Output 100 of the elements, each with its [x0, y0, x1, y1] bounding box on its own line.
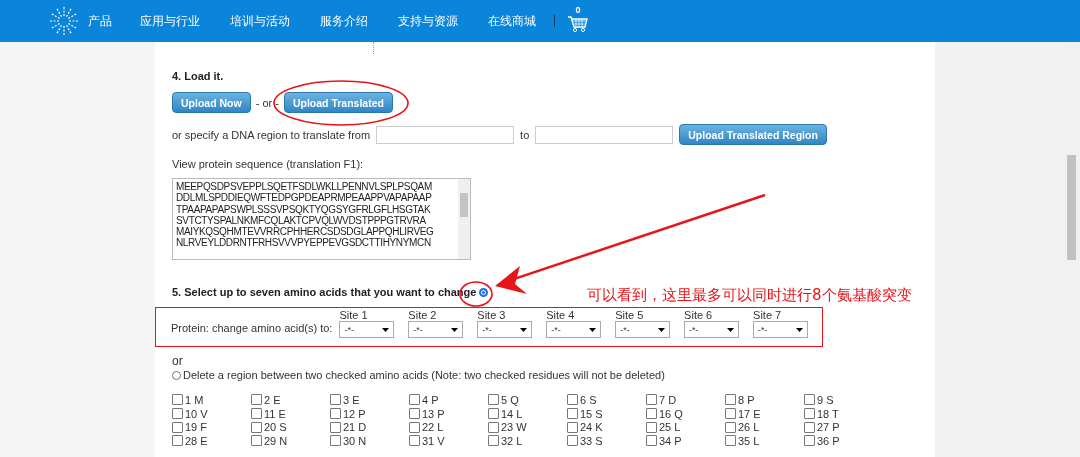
site-label: Site 4 — [546, 309, 576, 321]
residue-checkbox[interactable] — [251, 408, 262, 420]
residue-checkbox[interactable] — [804, 408, 815, 420]
to-field[interactable] — [535, 125, 674, 144]
radio-button[interactable] — [479, 287, 489, 297]
residue-label: 11 E — [264, 407, 286, 420]
residue-checkbox[interactable] — [172, 421, 183, 433]
residue-checkbox[interactable] — [804, 394, 815, 406]
site-label: Site 7 — [753, 309, 783, 321]
protein-change-label: Protein: change amino acid(s) to: — [171, 322, 333, 334]
residue-label: 13 P — [422, 407, 445, 420]
nav-link[interactable]: 产品 — [88, 12, 112, 30]
residue-label: 29 N — [264, 434, 288, 447]
residue-label: 10 V — [185, 407, 208, 420]
sequence-textarea[interactable] — [172, 178, 471, 260]
upload-translated-button[interactable]: Upload Translated — [283, 92, 393, 113]
residue-checkbox[interactable] — [646, 435, 657, 447]
residue-checkbox[interactable] — [488, 394, 499, 406]
residue-checkbox[interactable] — [251, 421, 262, 433]
residue-label: 1 M — [185, 393, 204, 406]
residue-checkbox[interactable] — [488, 421, 499, 433]
residue-label: 9 S — [817, 393, 834, 406]
residue-label: 22 L — [422, 421, 444, 434]
residue-checkbox[interactable] — [251, 435, 262, 447]
site-label: Site 2 — [408, 309, 438, 321]
residue-checkbox[interactable] — [646, 408, 657, 420]
site-dropdown[interactable]: -*- — [546, 321, 602, 338]
nav-link[interactable]: 支持与资源 — [398, 12, 458, 30]
site-label: Site 3 — [477, 309, 507, 321]
residue-checkbox[interactable] — [567, 394, 578, 406]
site-dropdown[interactable]: -*- — [408, 321, 464, 338]
nav-link[interactable]: 服务介绍 — [320, 12, 368, 30]
residue-label: 18 T — [817, 407, 839, 420]
residue-checkbox[interactable] — [725, 435, 736, 447]
residue-checkbox[interactable] — [804, 421, 815, 433]
site-dropdown[interactable]: -*- — [477, 321, 533, 338]
to-label: to — [520, 128, 530, 141]
upload-region-button[interactable]: Upload Translated Region — [679, 124, 827, 145]
residue-checkbox[interactable] — [725, 408, 736, 420]
residue-checkbox[interactable] — [172, 394, 183, 406]
caret-icon — [382, 327, 390, 332]
residue-label: 7 D — [659, 393, 677, 406]
residue-checkbox[interactable] — [330, 394, 341, 406]
site-dropdown[interactable]: -*- — [615, 321, 671, 338]
residue-checkbox[interactable] — [567, 421, 578, 433]
site-dropdown[interactable]: -*- — [684, 321, 740, 338]
residue-label: 23 W — [501, 421, 527, 434]
residue-checkbox[interactable] — [409, 421, 420, 433]
nav-link[interactable]: 应用与行业 — [140, 12, 200, 30]
sequence-line: MAIYKQSQHMTEVVRRCPHHERCSDSDGLAPPQHLIRVEG — [176, 226, 435, 238]
residue-label: 24 K — [580, 421, 603, 434]
upload-now-button[interactable]: Upload Now — [172, 92, 251, 113]
residue-checkbox[interactable] — [330, 435, 341, 447]
shopping-cart-icon[interactable] — [567, 14, 589, 33]
or-label: or — [172, 354, 184, 368]
sequence-line: SVTCTYSPALNKMFCQLAKTCPVQLWVDSTPPPGTRVRA — [176, 214, 426, 227]
residue-checkbox[interactable] — [646, 394, 657, 406]
residue-checkbox[interactable] — [172, 408, 183, 420]
site-dropdown[interactable]: -*- — [753, 321, 809, 338]
residue-checkbox[interactable] — [567, 435, 578, 447]
caret-icon — [589, 327, 597, 332]
from-field[interactable] — [376, 125, 515, 144]
residue-checkbox[interactable] — [330, 421, 341, 433]
residue-label: 20 S — [264, 421, 287, 434]
scrollbar[interactable] — [458, 179, 470, 259]
nav-link[interactable]: 在线商城 — [488, 12, 536, 30]
residue-label: 26 L — [738, 421, 760, 434]
residue-checkbox[interactable] — [725, 421, 736, 433]
site-dropdown[interactable]: -*- — [339, 321, 395, 338]
nav-link[interactable]: 培训与活动 — [230, 12, 290, 30]
residue-checkbox[interactable] — [172, 435, 183, 447]
residue-checkbox[interactable] — [804, 435, 815, 447]
residue-checkbox[interactable] — [409, 435, 420, 447]
residue-checkbox[interactable] — [409, 394, 420, 406]
residue-checkbox[interactable] — [488, 435, 499, 447]
residue-label: 16 Q — [659, 407, 683, 420]
or-separator: - or - — [255, 96, 279, 109]
residue-label: 4 P — [422, 393, 439, 406]
sequence-line: DDLMLSPDDIEQWFTEDPGPDEAPRMPEAAPPVAPAPAAP — [176, 192, 433, 204]
residue-checkbox[interactable] — [251, 394, 262, 406]
starburst-logo-icon[interactable] — [47, 6, 81, 36]
residue-checkbox[interactable] — [488, 408, 499, 420]
residue-checkbox[interactable] — [409, 408, 420, 420]
sequence-line: TPAAPAPAPSWPLSSSVPSQKTYQGSYGFRLGFLHSGTAK — [176, 203, 432, 215]
residue-label: 2 E — [264, 393, 281, 406]
residue-label: 33 S — [580, 434, 603, 447]
residue-label: 3 E — [343, 393, 360, 406]
residue-label: 36 P — [817, 434, 840, 447]
residue-label: 32 L — [501, 434, 523, 447]
region-label: or specify a DNA region to translate from — [172, 128, 371, 141]
step-heading: 4. Load it. — [172, 70, 225, 82]
residue-label: 35 L — [738, 434, 760, 447]
residue-checkbox[interactable] — [646, 421, 657, 433]
cart-count: 0 — [575, 5, 581, 15]
residue-label: 8 P — [738, 393, 755, 406]
residue-label: 17 E — [738, 407, 761, 420]
residue-checkbox[interactable] — [725, 394, 736, 406]
residue-checkbox[interactable] — [330, 408, 341, 420]
residue-checkbox[interactable] — [567, 408, 578, 420]
sequence-line: MEEPQSDPSVEPPLSQETFSDLWKLLPENNVLSPLPSQAM — [176, 181, 433, 193]
